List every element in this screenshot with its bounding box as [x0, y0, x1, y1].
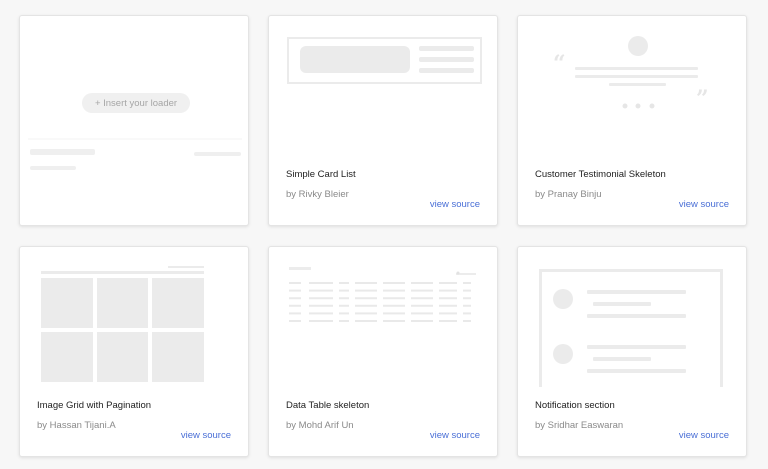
loader-card-image-grid[interactable]: Image Grid with Pagination by Hassan Tij…: [19, 246, 249, 457]
table-skeleton-cell: [339, 312, 349, 315]
table-skeleton-cell: [439, 297, 457, 300]
table-skeleton-cell: [289, 297, 301, 300]
table-skeleton-cell: [355, 320, 377, 322]
card-title: Customer Testimonial Skeleton: [535, 169, 666, 180]
testimonial-preview: “ ”: [553, 36, 709, 112]
card-author: by Rivky Bleier: [286, 189, 349, 200]
notification-preview: [539, 269, 723, 387]
table-skeleton-cell: [309, 282, 333, 284]
table-skeleton-cell: [383, 297, 405, 300]
table-skeleton-cell: [355, 289, 377, 292]
close-quote-icon: ”: [696, 86, 709, 112]
table-skeleton-cell: [355, 282, 377, 284]
table-skeleton-cell: [463, 282, 471, 284]
table-skeleton-cell: [289, 320, 301, 322]
table-skeleton-cell: [309, 312, 333, 315]
image-grid-preview: [41, 266, 204, 382]
card-title: Image Grid with Pagination: [37, 400, 152, 411]
table-skeleton-cell: [339, 320, 349, 322]
table-skeleton-cell: [309, 304, 333, 307]
table-skeleton-cell: [439, 312, 457, 315]
table-skeleton-cell: [411, 297, 433, 300]
card-author: by Pranay Binju: [535, 189, 602, 200]
insert-loader-card[interactable]: + Insert your loader: [19, 15, 249, 226]
table-skeleton-cell: [411, 304, 433, 307]
loader-card-data-table[interactable]: Data Table skeleton by Mohd Arif Un view…: [268, 246, 498, 457]
card-author: by Hassan Tijani.A: [37, 420, 116, 431]
table-skeleton-cell: [439, 289, 457, 292]
table-skeleton-cell: [411, 312, 433, 315]
table-skeleton-cell: [463, 297, 471, 300]
view-source-link[interactable]: view source: [679, 199, 729, 210]
table-skeleton-cell: [439, 320, 457, 322]
data-table-preview: [289, 267, 476, 322]
table-skeleton-cell: [463, 304, 471, 307]
table-skeleton-cell: [383, 320, 405, 322]
table-skeleton-cell: [355, 304, 377, 307]
table-skeleton-cell: [355, 297, 377, 300]
table-skeleton-cell: [339, 282, 349, 284]
view-source-link[interactable]: view source: [430, 430, 480, 441]
open-quote-icon: “: [553, 51, 566, 77]
loader-card-customer-testimonial[interactable]: “ ” Customer Testimonial Skeleton by Pra…: [517, 15, 747, 226]
table-skeleton-cell: [383, 304, 405, 307]
loader-card-simple-card-list[interactable]: Simple Card List by Rivky Bleier view so…: [268, 15, 498, 226]
table-skeleton-cell: [383, 312, 405, 315]
card-title: Data Table skeleton: [286, 400, 370, 411]
table-skeleton-cell: [339, 297, 349, 300]
table-skeleton-cell: [463, 289, 471, 292]
simple-card-list-preview: [287, 37, 482, 84]
card-author: by Mohd Arif Un: [286, 420, 354, 431]
table-skeleton-cell: [309, 297, 333, 300]
table-skeleton-cell: [289, 289, 301, 292]
table-skeleton-cell: [309, 320, 333, 322]
table-skeleton-cell: [411, 289, 433, 292]
table-skeleton-cell: [463, 320, 471, 322]
card-title: Simple Card List: [286, 169, 356, 180]
table-skeleton-cell: [309, 289, 333, 292]
loader-card-notification-section[interactable]: Notification section by Sridhar Easwaran…: [517, 246, 747, 457]
card-title: Notification section: [535, 400, 615, 411]
table-skeleton-cell: [411, 320, 433, 322]
placeholder-skeleton-lines: [28, 138, 242, 170]
table-skeleton-cell: [289, 304, 301, 307]
table-skeleton-cell: [383, 289, 405, 292]
card-author: by Sridhar Easwaran: [535, 420, 624, 431]
table-skeleton-cell: [463, 312, 471, 315]
table-skeleton-cell: [339, 304, 349, 307]
view-source-link[interactable]: view source: [181, 430, 231, 441]
table-skeleton-cell: [289, 312, 301, 315]
table-skeleton-cell: [383, 282, 405, 284]
table-skeleton-cell: [289, 282, 301, 284]
table-skeleton-cell: [439, 282, 457, 284]
view-source-link[interactable]: view source: [679, 430, 729, 441]
table-skeleton-cell: [339, 289, 349, 292]
table-skeleton-cell: [411, 282, 433, 284]
view-source-link[interactable]: view source: [430, 199, 480, 210]
table-skeleton-cell: [439, 304, 457, 307]
table-skeleton-cell: [355, 312, 377, 315]
